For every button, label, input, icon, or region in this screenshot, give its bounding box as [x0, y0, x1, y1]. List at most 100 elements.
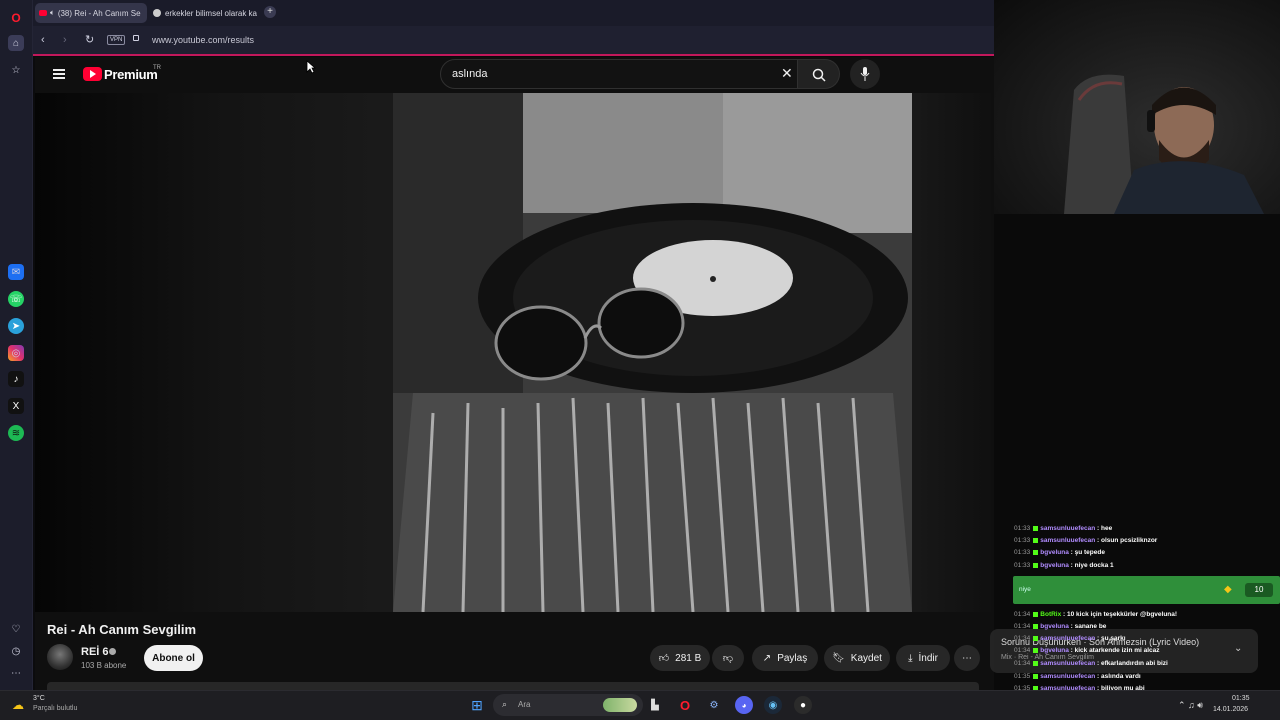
download-button[interactable]: ⤓ İndir: [896, 645, 950, 671]
tab-label: (38) Rei - Ah Canım Se: [57, 8, 141, 18]
bookmark-star-icon[interactable]: ☆: [8, 62, 24, 78]
chat-username[interactable]: bgveluna: [1040, 623, 1069, 630]
chat-message: 01:34 samsunluuefecan : efkarlandırdın ab…: [1014, 660, 1168, 667]
clock-date[interactable]: 14.01.2026: [1213, 706, 1248, 713]
like-button[interactable]: 👍︎ 281 B: [650, 645, 710, 671]
clear-search-icon[interactable]: ✕: [781, 65, 793, 82]
chat-badge-icon: [1033, 635, 1039, 641]
discord-icon[interactable]: ◕: [735, 696, 753, 714]
video-frame-vinyl-image[interactable]: [393, 93, 912, 612]
windows-start-icon[interactable]: ⊞: [468, 696, 486, 714]
region-code: TR: [153, 65, 161, 71]
obs-icon[interactable]: ●: [794, 696, 812, 714]
forward-icon[interactable]: ›: [63, 34, 67, 46]
thumbs-up-icon: 👍︎: [658, 653, 670, 664]
back-icon[interactable]: ‹: [41, 34, 45, 46]
share-button[interactable]: ↗ Paylaş: [752, 645, 818, 671]
windows-taskbar: ☁ 3°C Parçalı bulutlu ⌕ Ara ⌃ ♫ 🔊︎ 01:35…: [0, 690, 1280, 720]
home-icon[interactable]: ⌂: [8, 35, 24, 51]
chat-message: 01:35 samsunluuefecan : aslında vardı: [1014, 673, 1141, 680]
youtube-header: Premium TR aslında ✕: [35, 57, 994, 93]
messenger-icon[interactable]: ✉: [8, 264, 24, 280]
clock-time[interactable]: 01:35: [1232, 695, 1250, 702]
dislike-button[interactable]: 👎︎: [712, 645, 744, 671]
tab-youtube[interactable]: 🔈︎ (38) Rei - Ah Canım Se: [35, 3, 147, 23]
chat-highlight-banner: niye ◆ 10: [1013, 576, 1280, 604]
taskbar-search-placeholder: Ara: [518, 700, 531, 709]
search-icon: [812, 68, 826, 82]
history-icon[interactable]: ◷: [8, 643, 24, 659]
new-tab-plus-icon[interactable]: +: [264, 6, 276, 18]
vpn-badge[interactable]: VPN: [107, 35, 126, 45]
more-horizontal-icon: ⋯: [962, 652, 972, 664]
download-icon: ⤓: [908, 652, 913, 664]
search-input[interactable]: aslında ✕: [440, 59, 798, 89]
chat-timestamp: 01:34: [1014, 660, 1031, 667]
chat-username[interactable]: bgveluna: [1040, 647, 1069, 654]
reload-icon[interactable]: ↻: [85, 33, 94, 46]
channel-avatar[interactable]: [47, 644, 73, 670]
task-view-icon[interactable]: ▙: [646, 696, 664, 714]
chat-badge-icon: [1033, 537, 1039, 543]
heart-icon[interactable]: ♡: [8, 621, 24, 637]
search-button[interactable]: [798, 59, 840, 89]
opera-logo-icon[interactable]: O: [8, 10, 24, 26]
chevron-down-icon[interactable]: ⌄: [1234, 643, 1242, 654]
channel-name[interactable]: REİ 6: [81, 646, 109, 658]
video-info-panel: Rei - Ah Canım Sevgilim REİ 6 103 B abon…: [35, 612, 994, 690]
more-icon[interactable]: ⋯: [8, 665, 24, 681]
kick-amount-badge: 10: [1245, 583, 1273, 597]
taskbar-search-box[interactable]: ⌕ Ara: [493, 694, 643, 716]
menu-icon[interactable]: [53, 69, 65, 79]
youtube-favicon-icon: [39, 10, 47, 16]
spotify-icon[interactable]: ≋: [8, 425, 24, 441]
chat-username[interactable]: bgveluna: [1040, 549, 1069, 556]
more-actions-button[interactable]: ⋯: [954, 645, 980, 671]
instagram-icon[interactable]: ◎: [8, 345, 24, 361]
url-field[interactable]: www.youtube.com/results: [152, 35, 254, 45]
tiktok-icon[interactable]: ♪: [8, 371, 24, 387]
chat-message: 01:34 BotRix : 10 kick için teşekkürler @…: [1014, 611, 1177, 618]
chat-message: 01:33 bgveluna : şu tepede: [1014, 549, 1105, 556]
chat-username[interactable]: samsunluuefecan: [1040, 660, 1095, 667]
like-count: 281 B: [675, 652, 702, 664]
premium-logo-text[interactable]: Premium: [104, 67, 158, 82]
opera-taskbar-icon[interactable]: O: [676, 696, 694, 714]
description-box[interactable]: [47, 682, 979, 690]
chat-badge-icon: [1033, 647, 1039, 653]
chat-timestamp: 01:33: [1014, 549, 1031, 556]
chat-timestamp: 01:33: [1014, 525, 1031, 532]
chat-username[interactable]: BotRix: [1040, 611, 1061, 618]
chat-username[interactable]: samsunluuefecan: [1040, 525, 1095, 532]
chat-username[interactable]: samsunluuefecan: [1040, 537, 1095, 544]
steam-icon[interactable]: ◉: [764, 696, 782, 714]
chat-text: şu şarkı: [1100, 635, 1126, 642]
mouse-cursor-icon: [306, 60, 316, 74]
subscribe-button[interactable]: Abone ol: [144, 645, 203, 671]
chat-username[interactable]: bgveluna: [1040, 562, 1069, 569]
bookmark-icon: 🔖︎: [832, 652, 845, 664]
chat-username[interactable]: samsunluuefecan: [1040, 635, 1095, 642]
google-favicon-icon: [153, 9, 161, 17]
share-label: Paylaş: [777, 652, 808, 664]
weather-temp[interactable]: 3°C: [33, 695, 45, 702]
chat-message: 01:33 samsunluuefecan : olsun pcsizliknzo…: [1014, 537, 1157, 544]
settings-gear-icon[interactable]: ⚙: [705, 696, 723, 714]
speaker-icon[interactable]: 🔈︎: [50, 8, 55, 18]
save-button[interactable]: 🔖︎ Kaydet: [824, 645, 890, 671]
chat-timestamp: 01:33: [1014, 562, 1031, 569]
tab-bar: 🔈︎ (38) Rei - Ah Canım Se erkekler bilim…: [33, 0, 994, 26]
chat-username[interactable]: samsunluuefecan: [1040, 673, 1095, 680]
system-tray-icons[interactable]: ⌃ ♫ 🔊︎: [1178, 700, 1203, 711]
x-twitter-icon[interactable]: X: [8, 398, 24, 414]
youtube-logo-icon[interactable]: [83, 67, 102, 81]
thumbs-down-icon: 👎︎: [722, 653, 734, 664]
chat-badge-icon: [1033, 549, 1039, 555]
telegram-icon[interactable]: ➤: [8, 318, 24, 334]
weather-desc[interactable]: Parçalı bulutlu: [33, 705, 77, 712]
tab-google[interactable]: erkekler bilimsel olarak ka: [149, 3, 257, 23]
chat-message: 01:34 bgveluna : kick atarkende izin mi a…: [1014, 647, 1160, 654]
voice-search-button[interactable]: [850, 59, 880, 89]
chat-badge-icon: [1033, 660, 1039, 666]
whatsapp-icon[interactable]: ☏: [8, 291, 24, 307]
